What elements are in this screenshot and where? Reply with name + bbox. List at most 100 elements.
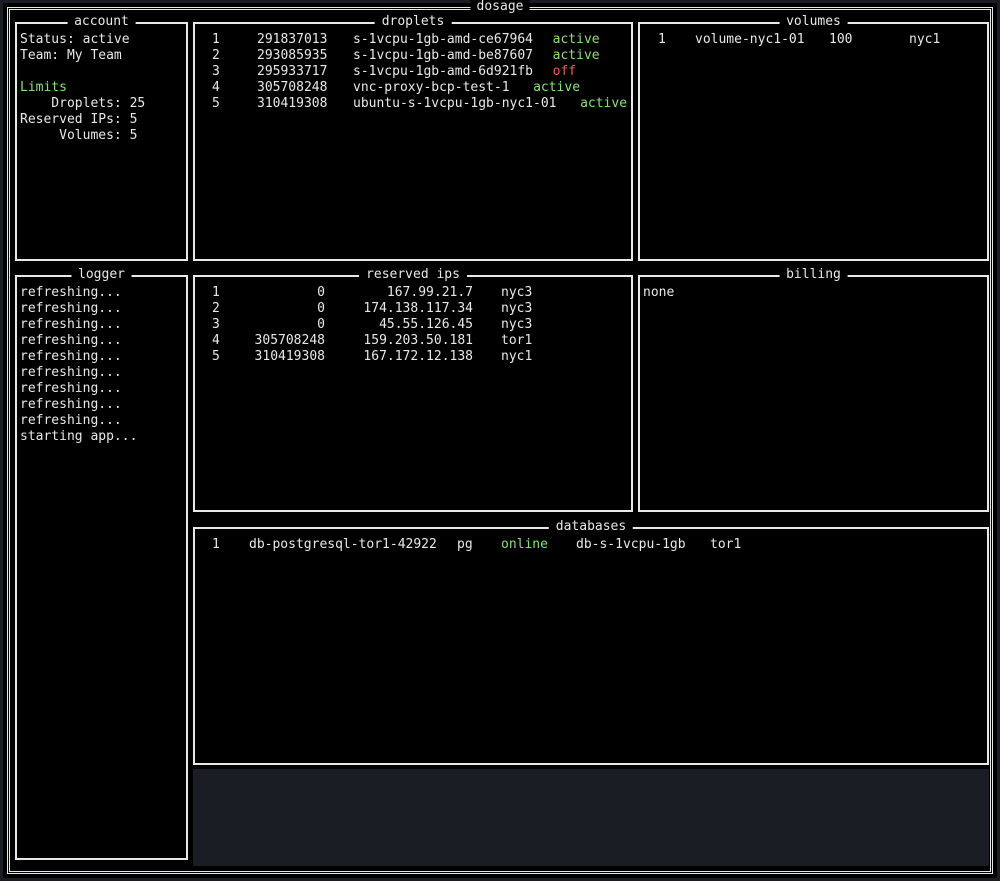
droplet-index: 2: [212, 48, 220, 63]
reserved-ip-index: 2: [212, 301, 220, 316]
log-text: refreshing...: [20, 317, 122, 332]
log-text: starting app...: [20, 429, 138, 444]
droplet-row[interactable]: 2 293085935 s-1vcpu-1gb-amd-be87607 active: [195, 48, 631, 64]
reserved-ip-index: 4: [212, 333, 220, 348]
log-line[interactable]: refreshing...: [17, 397, 186, 413]
droplets-panel[interactable]: droplets 1 291837013 s-1vcpu-1gb-amd-ce679…: [193, 15, 633, 261]
reserved-ip-row[interactable]: 4 305708248 159.203.50.181 tor1: [195, 333, 631, 349]
reserved-ip-droplet: 0: [317, 301, 325, 316]
reserved-ip-row[interactable]: 2 0 174.138.117.34 nyc3: [195, 301, 631, 317]
log-text: refreshing...: [20, 413, 122, 428]
log-line[interactable]: refreshing...: [17, 349, 186, 365]
reserved-ip-droplet: 0: [317, 285, 325, 300]
log-text: refreshing...: [20, 285, 122, 300]
reserved-ip-address: 159.203.50.181: [363, 333, 473, 348]
log-line[interactable]: refreshing...: [17, 365, 186, 381]
database-size: db-s-1vcpu-1gb: [576, 537, 686, 552]
log-text: refreshing...: [20, 301, 122, 316]
logger-panel-title: logger: [71, 268, 132, 282]
droplet-index: 1: [212, 32, 220, 47]
account-panel-title: account: [67, 15, 136, 29]
log-line[interactable]: refreshing...: [17, 333, 186, 349]
app-title: dosage: [470, 0, 530, 14]
volumes-panel[interactable]: volumes 1 volume-nyc1-01 100 nyc1: [638, 15, 989, 261]
reserved-ip-region: tor1: [501, 333, 533, 348]
database-index: 1: [212, 537, 220, 552]
reserved-ip-region: nyc3: [501, 285, 533, 300]
reserved-ip-address: 167.172.12.138: [363, 349, 473, 364]
droplet-id: 295933717: [257, 64, 328, 79]
volume-size: 100: [829, 32, 853, 47]
droplet-name: s-1vcpu-1gb-amd-ce67964: [353, 32, 534, 47]
limit-reserved-ips: Reserved IPs: 5: [20, 112, 138, 127]
reserved-ip-address: 174.138.117.34: [363, 301, 473, 316]
droplet-name: vnc-proxy-bcp-test-1: [353, 80, 510, 95]
reserved-ip-index: 5: [212, 349, 220, 364]
database-name: db-postgresql-tor1-42922: [249, 537, 437, 552]
account-team: Team: My Team: [20, 48, 122, 63]
databases-panel-title: databases: [548, 520, 634, 534]
log-line[interactable]: refreshing...: [17, 285, 186, 301]
volume-region: nyc1: [909, 32, 941, 47]
volumes-panel-title: volumes: [779, 15, 848, 29]
droplet-index: 4: [212, 80, 220, 95]
droplet-status: off: [552, 64, 577, 79]
reserved-ip-droplet: 0: [317, 317, 325, 332]
log-line[interactable]: refreshing...: [17, 413, 186, 429]
droplet-status: active: [580, 96, 628, 111]
log-line[interactable]: refreshing...: [17, 301, 186, 317]
billing-text: none: [643, 285, 675, 300]
limits-heading: Limits: [20, 80, 67, 95]
volume-row[interactable]: 1 volume-nyc1-01 100 nyc1: [640, 32, 987, 48]
reserved-ip-address: 45.55.126.45: [379, 317, 473, 332]
log-text: refreshing...: [20, 349, 122, 364]
droplet-name: ubuntu-s-1vcpu-1gb-nyc1-01: [353, 96, 557, 111]
database-row[interactable]: 1 db-postgresql-tor1-42922 pg online db-s-1v…: [195, 537, 987, 553]
empty-area: [193, 769, 989, 866]
droplet-index: 5: [212, 96, 220, 111]
log-line[interactable]: refreshing...: [17, 317, 186, 333]
limit-volumes: Volumes: 5: [20, 128, 138, 143]
reserved-ip-index: 1: [212, 285, 220, 300]
reserved-ip-row[interactable]: 3 0 45.55.126.45 nyc3: [195, 317, 631, 333]
reserved-ip-address: 167.99.21.7: [386, 285, 473, 300]
reserved-ip-region: nyc1: [501, 349, 533, 364]
log-text: refreshing...: [20, 365, 122, 380]
droplet-name: s-1vcpu-1gb-amd-6d921fb: [353, 64, 534, 79]
reserved-ip-region: nyc3: [501, 301, 533, 316]
log-text: refreshing...: [20, 397, 122, 412]
limit-droplets: Droplets: 25: [20, 96, 146, 111]
log-text: refreshing...: [20, 333, 122, 348]
volume-index: 1: [658, 32, 666, 47]
droplet-row[interactable]: 5 310419308 ubuntu-s-1vcpu-1gb-nyc1-01 acti…: [195, 96, 631, 112]
reserved-ip-droplet: 310419308: [254, 349, 325, 364]
logger-panel[interactable]: logger refreshing... refreshing... refresh…: [15, 268, 188, 860]
droplet-status: active: [552, 48, 600, 63]
databases-panel[interactable]: databases 1 db-postgresql-tor1-42922 pg onl…: [193, 520, 989, 765]
droplets-panel-title: droplets: [374, 15, 452, 29]
account-status: Status: active: [20, 32, 130, 47]
droplet-index: 3: [212, 64, 220, 79]
database-engine: pg: [457, 537, 473, 552]
account-panel[interactable]: account Status: active Team: My Team Lim…: [15, 15, 188, 261]
log-line[interactable]: refreshing...: [17, 381, 186, 397]
droplet-id: 305708248: [257, 80, 328, 95]
droplet-row[interactable]: 4 305708248 vnc-proxy-bcp-test-1 active: [195, 80, 631, 96]
reserved-ip-index: 3: [212, 317, 220, 332]
droplet-row[interactable]: 1 291837013 s-1vcpu-1gb-amd-ce67964 active: [195, 32, 631, 48]
droplet-row[interactable]: 3 295933717 s-1vcpu-1gb-amd-6d921fb off: [195, 64, 631, 80]
log-line[interactable]: starting app...: [17, 429, 186, 445]
reserved-ips-panel[interactable]: reserved ips 1 0 167.99.21.7 nyc3 2 0 174.138.…: [193, 268, 633, 512]
reserved-ip-region: nyc3: [501, 317, 533, 332]
billing-panel-title: billing: [779, 268, 848, 282]
log-text: refreshing...: [20, 381, 122, 396]
reserved-ip-row[interactable]: 5 310419308 167.172.12.138 nyc1: [195, 349, 631, 365]
database-status: online: [501, 537, 548, 552]
droplet-status: active: [533, 80, 581, 95]
reserved-ip-droplet: 305708248: [254, 333, 325, 348]
droplet-id: 293085935: [257, 48, 328, 63]
database-region: tor1: [710, 537, 742, 552]
volume-name: volume-nyc1-01: [695, 32, 805, 47]
reserved-ip-row[interactable]: 1 0 167.99.21.7 nyc3: [195, 285, 631, 301]
billing-panel[interactable]: billing none: [638, 268, 989, 512]
